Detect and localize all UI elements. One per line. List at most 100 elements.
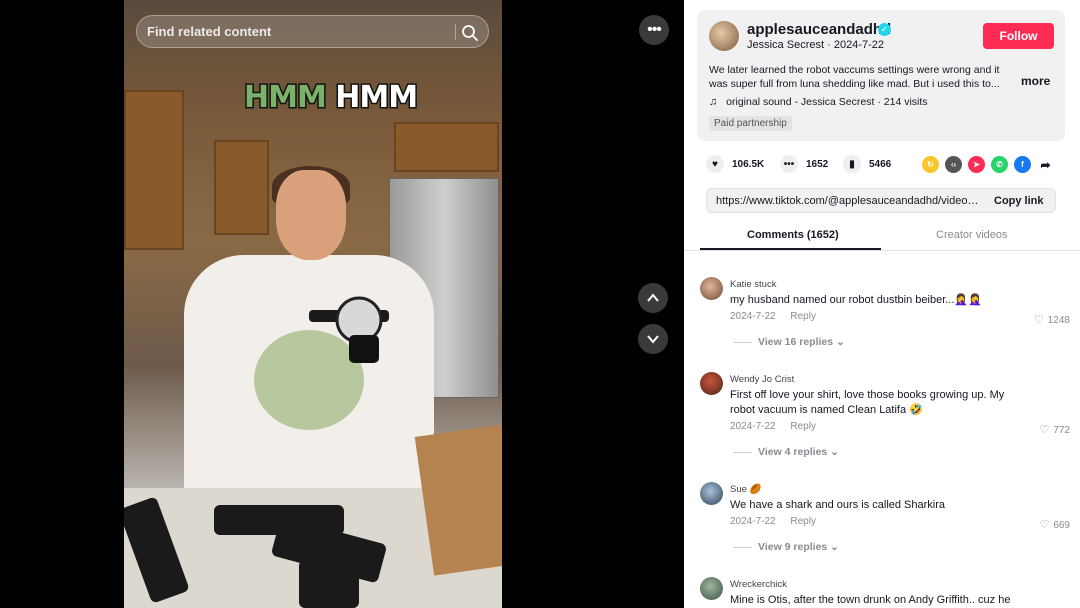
tab-bar: Comments (1652) Creator videos [684,222,1080,251]
comment-like-button[interactable]: ♡ 669 [1039,518,1070,531]
sound-name[interactable]: original sound - Jessica Secrest [726,96,874,108]
more-dots-icon: ••• [647,21,662,38]
commenter-avatar[interactable] [700,277,723,300]
chevron-down-icon: ⌄ [827,541,839,553]
comment-item: Sue 🏉 We have a shark and ours is called… [700,482,1070,562]
paid-partnership-badge: Paid partnership [709,116,792,131]
bookmark-icon: ▮ [843,155,861,173]
comment-icon: ••• [780,155,798,173]
save-button[interactable]: ▮ 5466 [843,155,891,173]
author-display-name: Jessica Secrest [747,39,825,51]
heart-outline-icon: ♡ [1039,424,1050,436]
chevron-up-icon [647,293,659,302]
video-frame[interactable]: HMM HMM [124,0,502,608]
search-input[interactable] [147,16,447,47]
comment-date: 2024-7-22 [730,421,776,432]
person-figure [184,166,434,500]
heart-outline-icon: ♡ [1033,314,1044,326]
whatsapp-icon[interactable]: ✆ [991,156,1008,173]
heart-icon: ♥ [706,155,724,173]
comment-count: 1652 [806,158,829,170]
kitchen-cabinet [124,90,184,250]
like-count: 106.5K [732,158,765,170]
sound-visits: 214 visits [883,96,928,108]
tab-creator-videos[interactable]: Creator videos [936,229,1008,241]
overlay-word: HMM [243,79,329,117]
view-replies-button[interactable]: View 16 replies ⌄ [734,336,845,348]
overlay-text: HMM HMM [243,79,420,117]
view-replies-button[interactable]: View 9 replies ⌄ [734,541,839,553]
view-replies-label: View 4 replies [758,446,828,458]
chevron-down-icon: ⌄ [827,446,839,458]
comment-item: Wendy Jo Crist First off love your shirt… [700,372,1070,462]
view-replies-button[interactable]: View 4 replies ⌄ [734,446,839,458]
vacuum-icon [309,296,389,363]
sound-row[interactable]: ♫ original sound - Jessica Secrest · 214… [709,96,928,108]
comment-like-count: 669 [1053,520,1070,531]
facebook-icon[interactable]: f [1014,156,1031,173]
previous-video-button[interactable] [638,283,668,313]
comment-date: 2024-7-22 [730,516,776,527]
more-options-button[interactable]: ••• [639,15,669,45]
author-avatar[interactable] [709,21,739,51]
commenter-avatar[interactable] [700,482,723,505]
commenter-name[interactable]: Wreckerchick [730,579,787,590]
share-link-url[interactable]: https://www.tiktok.com/@applesauceandadh… [716,195,981,207]
commenter-name[interactable]: Sue 🏉 [730,484,761,495]
chevron-down-icon [647,335,659,344]
author-line: Jessica Secrest · 2024-7-22 [747,39,884,51]
comment-text: We have a shark and ours is called Shark… [730,499,946,511]
post-date: 2024-7-22 [833,39,884,51]
save-count: 5466 [869,158,892,170]
next-video-button[interactable] [638,324,668,354]
post-info-card: applesauceandadhd ✓ Jessica Secrest · 20… [697,10,1065,141]
comment-text: Mine is Otis, after the town drunk on An… [730,594,1011,606]
copy-link-button[interactable]: Copy link [994,195,1044,207]
video-player[interactable]: HMM HMM ••• [0,0,684,608]
repost-icon[interactable]: ↻ [922,156,939,173]
vacuum-part [299,560,359,608]
comment-text: First off love your shirt, love those bo… [730,389,1005,416]
comment-meta: 2024-7-22 Reply [730,421,816,432]
reply-button[interactable]: Reply [790,421,816,432]
commenter-avatar[interactable] [700,577,723,600]
embed-icon[interactable]: ‹› [945,156,962,173]
overlay-word: HMM [334,79,420,117]
like-button[interactable]: ♥ 106.5K [706,155,764,173]
share-arrow-icon[interactable]: ➦ [1037,156,1054,173]
comment-text: my husband named our robot dustbin beibe… [730,294,982,306]
comment-item: Wreckerchick Mine is Otis, after the tow… [700,577,1070,608]
search-bar[interactable] [136,15,489,48]
send-icon[interactable]: ➤ [968,156,985,173]
search-icon[interactable] [461,24,479,42]
follow-button[interactable]: Follow [983,23,1054,49]
view-replies-label: View 9 replies [758,541,828,553]
commenter-name[interactable]: Katie stuck [730,279,776,290]
comment-meta: 2024-7-22 Reply [730,311,816,322]
details-panel: applesauceandadhd ✓ Jessica Secrest · 20… [684,0,1080,608]
active-tab-indicator [700,248,881,250]
reply-button[interactable]: Reply [790,516,816,527]
commenter-avatar[interactable] [700,372,723,395]
tab-comments[interactable]: Comments (1652) [747,229,839,241]
view-replies-label: View 16 replies [758,336,834,348]
kitchen-cabinet [394,122,499,172]
comment-button[interactable]: ••• 1652 [780,155,828,173]
divider [455,24,456,40]
verified-badge-icon: ✓ [878,23,891,36]
comment-like-count: 1248 [1047,315,1070,326]
chevron-down-icon: ⌄ [833,336,845,348]
post-caption: We later learned the robot vaccums setti… [709,64,1000,90]
share-link-box: https://www.tiktok.com/@applesauceandadh… [706,188,1056,213]
caption-more-link[interactable]: more [1021,74,1050,88]
comment-item: Katie stuck my husband named our robot d… [700,277,1070,357]
music-note-icon: ♫ [709,96,718,108]
comment-like-button[interactable]: ♡ 1248 [1034,313,1070,326]
reply-button[interactable]: Reply [790,311,816,322]
heart-outline-icon: ♡ [1039,519,1050,531]
author-username[interactable]: applesauceandadhd [747,21,891,38]
comment-meta: 2024-7-22 Reply [730,516,816,527]
action-bar: ♥ 106.5K ••• 1652 ▮ 5466 ↻ ‹› ➤ ✆ f ➦ [706,155,1066,175]
comment-like-button[interactable]: ♡ 772 [1039,423,1070,436]
commenter-name[interactable]: Wendy Jo Crist [730,374,794,385]
